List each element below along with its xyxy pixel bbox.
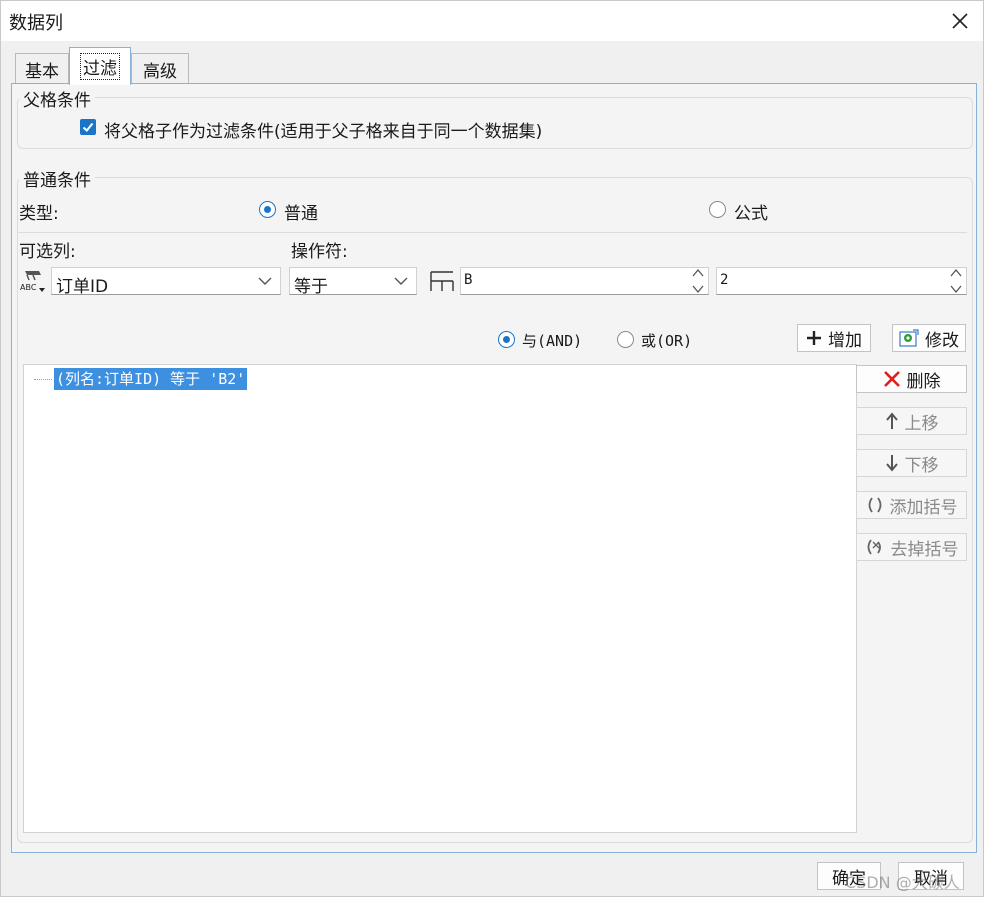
- arrow-up-icon: [885, 412, 898, 429]
- tab-filter[interactable]: 过滤: [69, 47, 131, 85]
- parent-filter-checkbox[interactable]: [80, 119, 96, 135]
- normal-condition-title: 普通条件: [19, 166, 95, 191]
- move-up-button-label: 上移: [904, 413, 939, 434]
- cell-row-value: 2: [720, 272, 729, 288]
- title-bar: 数据列: [1, 1, 983, 41]
- column-select-value: 订单ID: [56, 277, 109, 297]
- type-normal-radio[interactable]: [259, 201, 276, 218]
- delete-button[interactable]: 删除: [856, 365, 967, 393]
- column-type-icon[interactable]: ABC: [19, 267, 49, 295]
- chevron-up-icon[interactable]: [692, 268, 704, 277]
- logic-and-radio[interactable]: [498, 331, 515, 348]
- parent-filter-checkbox-label: 将父格子作为过滤条件(适用于父子格来自于同一个数据集): [104, 122, 543, 142]
- svg-text:ABC: ABC: [20, 283, 37, 292]
- close-icon: [952, 13, 968, 29]
- tab-advanced-label: 高级: [143, 61, 177, 82]
- divider: [17, 232, 967, 233]
- remove-bracket-icon: [867, 539, 881, 555]
- watermark: CSDN @大碳人: [845, 873, 960, 892]
- tree-connector: [34, 379, 52, 380]
- plus-icon: [807, 331, 821, 345]
- arrow-down-icon: [885, 455, 898, 472]
- logic-or-radio[interactable]: [617, 331, 634, 348]
- modify-button-label: 修改: [925, 330, 959, 351]
- chevron-down-icon[interactable]: [692, 285, 704, 294]
- close-button[interactable]: [943, 5, 977, 37]
- type-normal-label: 普通: [284, 204, 318, 224]
- add-button[interactable]: 增加: [797, 324, 871, 352]
- modify-button[interactable]: 修改: [892, 324, 966, 352]
- cell-row-spinner[interactable]: 2: [716, 267, 967, 295]
- cell-column-value: B: [464, 272, 473, 288]
- tab-advanced[interactable]: 高级: [131, 53, 189, 84]
- check-icon: [82, 122, 94, 132]
- move-down-button-label: 下移: [904, 455, 939, 476]
- move-down-button[interactable]: 下移: [856, 449, 967, 477]
- move-up-button[interactable]: 上移: [856, 407, 967, 435]
- tab-basic-label: 基本: [25, 61, 59, 82]
- type-formula-label: 公式: [734, 204, 768, 224]
- column-select[interactable]: 订单ID: [51, 267, 281, 297]
- tab-filter-label: 过滤: [80, 53, 120, 80]
- dialog-title: 数据列: [9, 13, 63, 34]
- add-button-label: 增加: [828, 330, 862, 351]
- operator-select-value: 等于: [294, 277, 328, 297]
- tab-basic[interactable]: 基本: [15, 53, 69, 84]
- add-bracket-button[interactable]: 添加括号: [856, 491, 967, 519]
- chevron-up-icon[interactable]: [950, 268, 962, 277]
- chevron-down-icon[interactable]: [950, 285, 962, 294]
- bracket-icon: [868, 497, 881, 513]
- chevron-down-icon: [386, 268, 416, 294]
- delete-button-label: 删除: [906, 371, 941, 392]
- parent-condition-title: 父格条件: [19, 86, 95, 111]
- remove-bracket-button[interactable]: 去掉括号: [856, 533, 967, 561]
- logic-and-label: 与(AND): [522, 332, 583, 350]
- remove-bracket-button-label: 去掉括号: [890, 539, 959, 560]
- cell-column-spinner[interactable]: B: [460, 267, 709, 295]
- chevron-down-icon: [250, 268, 280, 294]
- operator-select[interactable]: 等于: [289, 267, 417, 297]
- edit-gear-icon: [899, 329, 919, 347]
- cell-reference-icon[interactable]: [427, 267, 457, 295]
- column-label: 可选列:: [19, 242, 76, 262]
- dialog-window: 数据列 基本 过滤 高级 父格条件 将父格子作为过滤条件(适用于父子格来自于同一…: [0, 0, 984, 897]
- delete-x-icon: [883, 371, 900, 387]
- add-bracket-button-label: 添加括号: [889, 497, 958, 518]
- type-label: 类型:: [19, 204, 59, 224]
- type-formula-radio[interactable]: [709, 201, 726, 218]
- condition-item[interactable]: (列名:订单ID) 等于 'B2': [54, 368, 248, 390]
- logic-or-label: 或(OR): [641, 332, 693, 350]
- condition-tree[interactable]: (列名:订单ID) 等于 'B2': [23, 364, 857, 833]
- operator-label: 操作符:: [291, 242, 348, 262]
